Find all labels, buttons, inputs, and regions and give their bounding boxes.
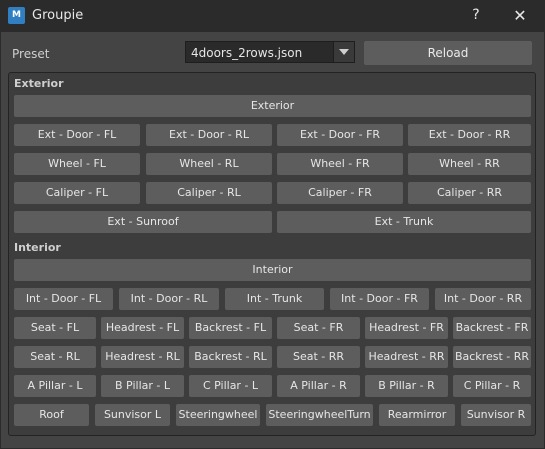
group-button[interactable]: Seat - FR [277, 317, 360, 339]
group-button[interactable]: Wheel - RL [146, 153, 272, 175]
group-button[interactable]: Int - Trunk [225, 288, 324, 310]
group-button[interactable]: Int - Door - RR [435, 288, 531, 310]
group-button[interactable]: Ext - Door - RL [146, 124, 272, 146]
help-button[interactable]: ? [466, 5, 486, 25]
group-button[interactable]: Wheel - FL [14, 153, 140, 175]
group-button[interactable]: Caliper - RR [408, 182, 531, 204]
group-button[interactable]: Ext - Sunroof [14, 211, 272, 233]
group-button[interactable]: B Pillar - R [365, 375, 448, 397]
group-button[interactable]: Ext - Trunk [277, 211, 531, 233]
group-button[interactable]: Backrest - FR [453, 317, 531, 339]
exterior-section-label: Exterior [14, 77, 64, 90]
group-button[interactable]: Caliper - RL [146, 182, 272, 204]
group-button[interactable]: Headrest - FL [101, 317, 184, 339]
group-button[interactable]: Int - Door - FR [330, 288, 429, 310]
group-button[interactable]: B Pillar - L [101, 375, 184, 397]
group-button[interactable]: Ext - Door - FR [277, 124, 403, 146]
group-button[interactable]: Wheel - RR [408, 153, 531, 175]
group-button[interactable]: Sunvisor L [95, 404, 170, 426]
group-button[interactable]: Wheel - FR [277, 153, 403, 175]
group-button[interactable]: Backrest - RL [189, 346, 272, 368]
group-button[interactable]: Seat - RL [14, 346, 96, 368]
group-button[interactable]: Headrest - FR [365, 317, 448, 339]
group-button[interactable]: A Pillar - L [14, 375, 96, 397]
group-button[interactable]: Steeringwheel [176, 404, 260, 426]
group-button[interactable]: Seat - FL [14, 317, 96, 339]
group-button[interactable]: Seat - RR [277, 346, 360, 368]
group-button[interactable]: C Pillar - R [453, 375, 531, 397]
group-button[interactable]: Sunvisor R [461, 404, 531, 426]
group-button[interactable]: Ext - Door - FL [14, 124, 140, 146]
group-button[interactable]: Headrest - RR [365, 346, 448, 368]
group-button[interactable]: Ext - Door - RR [408, 124, 531, 146]
group-button[interactable]: Backrest - RR [453, 346, 531, 368]
preset-dropdown[interactable]: 4doors_2rows.json [185, 41, 355, 63]
group-button[interactable]: Headrest - RL [101, 346, 184, 368]
group-button[interactable]: SteeringwheelTurn [266, 404, 373, 426]
exterior-all-button[interactable]: Exterior [14, 95, 531, 117]
close-button[interactable]: ✕ [508, 4, 532, 28]
group-button[interactable]: Backrest - FL [189, 317, 272, 339]
group-button[interactable]: A Pillar - R [277, 375, 360, 397]
group-button[interactable]: Int - Door - FL [14, 288, 113, 310]
interior-section-label: Interior [14, 241, 61, 254]
chevron-down-icon[interactable] [333, 42, 354, 62]
group-button[interactable]: Int - Door - RL [119, 288, 219, 310]
window-title: Groupie [32, 8, 84, 23]
group-button[interactable]: Roof [14, 404, 89, 426]
preset-value: 4doors_2rows.json [191, 46, 303, 60]
reload-button[interactable]: Reload [364, 41, 532, 65]
preset-label: Preset [12, 47, 50, 61]
group-button[interactable]: C Pillar - L [189, 375, 272, 397]
group-button[interactable]: Rearmirror [379, 404, 455, 426]
group-button[interactable]: Caliper - FR [277, 182, 403, 204]
group-button[interactable]: Caliper - FL [14, 182, 140, 204]
app-logo-icon: M [8, 7, 25, 24]
interior-all-button[interactable]: Interior [14, 259, 531, 281]
title-bar: M Groupie ? ✕ [0, 0, 545, 32]
